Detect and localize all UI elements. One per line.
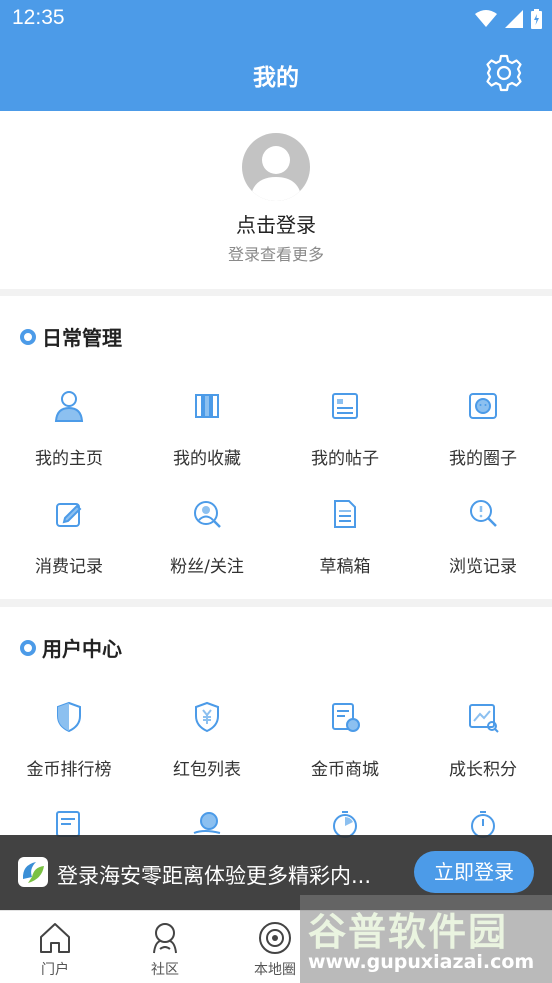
section-header: 日常管理 xyxy=(20,322,122,351)
item-label: 金币排行榜 xyxy=(26,760,112,780)
my-circles-item[interactable]: 我的圈子 xyxy=(414,382,552,490)
gear-icon xyxy=(486,54,522,92)
home-icon xyxy=(40,923,70,953)
item-label: 我的帖子 xyxy=(311,449,379,469)
growth-icon xyxy=(469,704,499,733)
item-label: 我的主页 xyxy=(35,449,103,469)
login-now-button[interactable]: 立即登录 xyxy=(414,851,534,893)
login-title[interactable]: 点击登录 xyxy=(0,209,552,238)
tab-label: 门户 xyxy=(41,962,69,978)
battery-icon xyxy=(531,9,542,29)
profile-card[interactable]: 点击登录 登录查看更多 xyxy=(0,111,552,289)
section-title: 用户中心 xyxy=(42,637,122,661)
fans-follow-item[interactable]: 粉丝/关注 xyxy=(138,490,276,598)
spending-records-item[interactable]: 消费记录 xyxy=(0,490,138,598)
gold-mall-item[interactable]: 金币商城 xyxy=(276,693,414,801)
red-packet-list-item[interactable]: 红包列表 xyxy=(138,693,276,801)
wifi-icon xyxy=(475,10,497,27)
tab-portal[interactable]: 门户 xyxy=(0,911,110,983)
daily-management-section: 日常管理 我的主页 我的收藏 我的帖子 我的圈子 消费记录 粉丝/关注 草稿箱 … xyxy=(0,296,552,599)
status-bar: 12:35 xyxy=(0,0,552,38)
avatar[interactable] xyxy=(242,133,310,201)
item-label: 成长积分 xyxy=(449,760,517,780)
item-label: 金币商城 xyxy=(311,760,379,780)
red-packet-icon xyxy=(195,701,219,733)
fans-icon xyxy=(194,501,221,528)
banner-text: 登录海安零距离体验更多精彩内... xyxy=(57,864,372,888)
daily-grid: 我的主页 我的收藏 我的帖子 我的圈子 消费记录 粉丝/关注 草稿箱 浏览记录 xyxy=(0,382,552,598)
edit-icon xyxy=(56,503,82,527)
status-time: 12:35 xyxy=(12,6,65,29)
post-icon xyxy=(332,393,358,419)
shield-icon xyxy=(57,701,81,733)
bookshelf-icon xyxy=(195,394,219,418)
settings-button[interactable] xyxy=(484,53,524,93)
default-avatar-icon xyxy=(250,146,302,201)
page-title: 我的 xyxy=(253,65,299,91)
circle-face-icon xyxy=(469,393,497,419)
growth-points-item[interactable]: 成长积分 xyxy=(414,693,552,801)
item-label: 草稿箱 xyxy=(319,557,371,577)
mall-icon xyxy=(332,703,360,732)
local-circle-icon xyxy=(259,922,291,954)
my-favorites-item[interactable]: 我的收藏 xyxy=(138,382,276,490)
my-posts-item[interactable]: 我的帖子 xyxy=(276,382,414,490)
status-icons xyxy=(475,9,542,29)
section-dot-icon xyxy=(20,328,36,345)
user-icon xyxy=(54,391,84,422)
item-label: 红包列表 xyxy=(173,760,241,780)
signal-icon xyxy=(505,10,523,28)
section-header: 用户中心 xyxy=(20,633,122,662)
draft-icon xyxy=(334,500,356,528)
item-label: 我的收藏 xyxy=(173,449,241,469)
section-dot-icon xyxy=(20,639,36,656)
item-label: 我的圈子 xyxy=(449,449,517,469)
tab-community[interactable]: 社区 xyxy=(110,911,220,983)
app-header: 我的 xyxy=(0,38,552,111)
watermark-title: 谷普软件园 xyxy=(308,910,509,954)
drafts-item[interactable]: 草稿箱 xyxy=(276,490,414,598)
browse-icon xyxy=(470,500,497,527)
watermark-logo: 谷普软件园 www.gupuxiazai.com xyxy=(300,895,552,983)
item-label: 消费记录 xyxy=(35,557,103,577)
watermark-url: www.gupuxiazai.com xyxy=(308,951,535,973)
browse-history-item[interactable]: 浏览记录 xyxy=(414,490,552,598)
community-icon xyxy=(153,923,177,954)
item-label: 粉丝/关注 xyxy=(170,557,244,577)
my-homepage-item[interactable]: 我的主页 xyxy=(0,382,138,490)
login-subtitle: 登录查看更多 xyxy=(227,245,324,264)
section-title: 日常管理 xyxy=(42,326,122,350)
tab-label: 社区 xyxy=(151,962,179,978)
gold-ranking-item[interactable]: 金币排行榜 xyxy=(0,693,138,801)
item-label: 浏览记录 xyxy=(449,557,517,577)
app-logo-icon xyxy=(18,857,48,887)
